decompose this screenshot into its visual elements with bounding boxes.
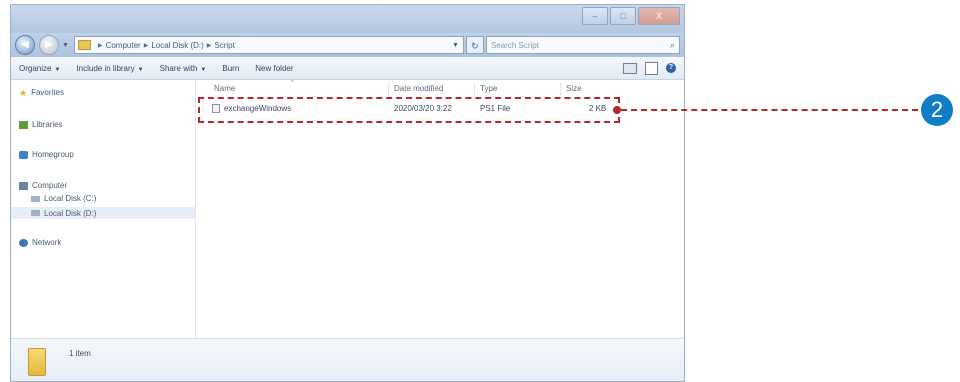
drive-icon xyxy=(31,195,40,202)
back-button[interactable]: ◀ xyxy=(15,35,35,55)
nav-label: Favorites xyxy=(31,88,64,97)
refresh-button[interactable]: ↻ xyxy=(465,36,484,54)
change-view-icon[interactable] xyxy=(623,62,637,74)
nav-label: Local Disk (D:) xyxy=(44,208,97,218)
forward-button[interactable]: ▶ xyxy=(39,35,59,55)
address-row: ◀ ▶ ▼ ▶ Computer ▶ Local Disk (D:) ▶ Scr… xyxy=(11,33,684,57)
column-header-type[interactable]: Type xyxy=(480,84,497,93)
navigation-pane: ★ Favorites Libraries Homegroup Computer… xyxy=(11,80,196,338)
nav-label: Network xyxy=(32,238,62,247)
column-header-name[interactable]: Name xyxy=(214,84,235,93)
include-in-library-menu[interactable]: Include in library ▼ xyxy=(68,64,151,73)
libraries-icon xyxy=(19,120,28,129)
column-header-date[interactable]: Date modified xyxy=(394,84,443,93)
nav-network[interactable]: Network xyxy=(19,238,61,247)
breadcrumb-separator-icon: ▶ xyxy=(206,42,212,49)
recent-pages-dropdown[interactable]: ▼ xyxy=(62,42,69,49)
network-icon xyxy=(19,238,28,247)
details-pane: 1 item xyxy=(11,338,684,381)
share-with-menu[interactable]: Share with ▼ xyxy=(152,64,215,73)
nav-label: Computer xyxy=(32,181,68,190)
nav-label: Libraries xyxy=(32,120,63,129)
nav-libraries[interactable]: Libraries xyxy=(19,120,63,129)
homegroup-icon xyxy=(19,150,28,159)
callout-dot xyxy=(613,106,621,114)
search-input[interactable]: Search Script ⌕ xyxy=(485,36,680,54)
nav-drive-c[interactable]: Local Disk (C:) xyxy=(31,194,96,203)
highlight-box xyxy=(198,97,620,123)
organize-menu[interactable]: Organize ▼ xyxy=(11,64,68,73)
search-placeholder: Search Script xyxy=(490,40,539,50)
breadcrumb-script[interactable]: Script xyxy=(214,41,234,50)
sort-indicator-icon: ^ xyxy=(291,80,294,86)
nav-favorites[interactable]: ★ Favorites xyxy=(19,88,64,97)
help-icon[interactable]: ? xyxy=(666,63,676,73)
explorer-window: – □ X ◀ ▶ ▼ ▶ Computer ▶ Local Disk (D:)… xyxy=(10,4,685,382)
column-divider[interactable] xyxy=(560,82,561,96)
breadcrumb-separator-icon: ▶ xyxy=(143,42,149,49)
folder-icon xyxy=(28,348,46,376)
step-badge: 2 xyxy=(921,94,953,126)
callout-line xyxy=(621,109,918,111)
drive-icon xyxy=(31,210,40,216)
item-count: 1 item xyxy=(69,349,91,358)
burn-button[interactable]: Burn xyxy=(214,64,247,73)
maximize-button[interactable]: □ xyxy=(610,7,636,25)
column-divider[interactable] xyxy=(474,82,475,96)
nav-label: Homegroup xyxy=(32,150,74,159)
address-dropdown-icon[interactable]: ▼ xyxy=(448,42,463,49)
window-controls: – □ X xyxy=(582,7,680,25)
new-folder-button[interactable]: New folder xyxy=(247,64,301,73)
breadcrumb-local-disk-d[interactable]: Local Disk (D:) xyxy=(151,41,203,50)
minimize-button[interactable]: – xyxy=(582,7,608,25)
nav-homegroup[interactable]: Homegroup xyxy=(19,150,74,159)
breadcrumb-separator-icon: ▶ xyxy=(97,42,103,49)
nav-drive-d[interactable]: Local Disk (D:) xyxy=(11,207,195,219)
close-button[interactable]: X xyxy=(638,7,680,25)
breadcrumb-computer[interactable]: Computer xyxy=(106,41,141,50)
computer-icon xyxy=(19,181,28,190)
preview-pane-icon[interactable] xyxy=(645,61,658,75)
title-bar: – □ X xyxy=(11,5,684,33)
search-icon: ⌕ xyxy=(669,39,675,50)
nav-computer[interactable]: Computer xyxy=(19,181,67,190)
command-bar: Organize ▼ Include in library ▼ Share with… xyxy=(11,57,684,80)
star-icon: ★ xyxy=(19,87,28,98)
column-header-size[interactable]: Size xyxy=(566,84,582,93)
column-divider[interactable] xyxy=(388,82,389,96)
toolbar-right: ? xyxy=(623,61,684,75)
folder-icon xyxy=(77,40,91,50)
address-bar[interactable]: ▶ Computer ▶ Local Disk (D:) ▶ Script ▼ xyxy=(73,36,464,54)
nav-label: Local Disk (C:) xyxy=(44,194,97,203)
